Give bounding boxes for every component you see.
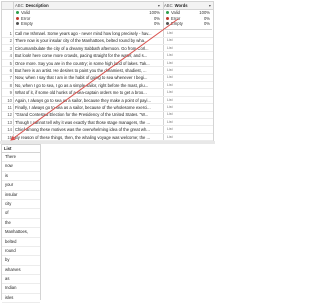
list-item[interactable]: city	[2, 200, 40, 210]
list-item[interactable]: wharves	[2, 266, 40, 276]
list-items: There now is your insular city of the Manhattoes…	[2, 153, 40, 303]
list-item[interactable]: now	[2, 162, 40, 172]
list-item[interactable]: your	[2, 181, 40, 191]
list-item[interactable]: Manhattoes,	[2, 228, 40, 238]
list-item[interactable]: Indian	[2, 284, 40, 294]
list-item[interactable]: belted	[2, 238, 40, 247]
list-preview-panel: List There now is your insular city of the Manha…	[1, 144, 41, 303]
list-item[interactable]: insular	[2, 191, 40, 200]
list-item[interactable]: round	[2, 247, 40, 257]
list-item[interactable]: the	[2, 219, 40, 229]
annotation-arrow	[10, 18, 179, 141]
list-item[interactable]: as	[2, 275, 40, 285]
list-panel-title: List	[2, 145, 40, 153]
list-item[interactable]: There	[2, 153, 40, 163]
list-item[interactable]: of	[2, 209, 40, 219]
list-item[interactable]: is	[2, 172, 40, 182]
data-grid: ABC Description ▾ ABC Words ▾ Valid 100% Er…	[1, 1, 214, 142]
list-item[interactable]: isles	[2, 294, 40, 303]
list-item[interactable]: by	[2, 256, 40, 266]
